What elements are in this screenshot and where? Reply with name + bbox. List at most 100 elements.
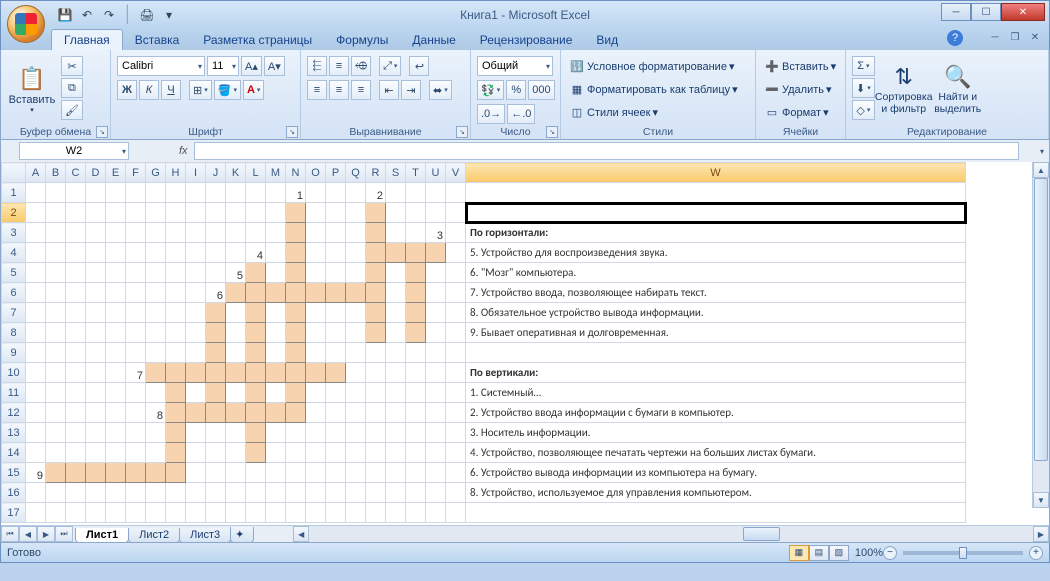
cell-A17[interactable] xyxy=(26,503,46,523)
tab-data[interactable]: Данные xyxy=(400,30,467,50)
autosum-button[interactable]: Σ xyxy=(852,56,875,76)
cell-O13[interactable] xyxy=(306,423,326,443)
cell-S10[interactable] xyxy=(386,363,406,383)
cell-C5[interactable] xyxy=(66,263,86,283)
format-as-table-button[interactable]: ▦Форматировать как таблицу ▾ xyxy=(567,79,749,100)
cell-N14[interactable] xyxy=(286,443,306,463)
cell-K3[interactable] xyxy=(226,223,246,243)
cell-D7[interactable] xyxy=(86,303,106,323)
decrease-decimal-button[interactable]: ←.0 xyxy=(507,104,535,124)
cell-S2[interactable] xyxy=(386,203,406,223)
cell-R9[interactable] xyxy=(366,343,386,363)
cell-F8[interactable] xyxy=(126,323,146,343)
cell-W2[interactable] xyxy=(466,203,966,223)
cell-B7[interactable] xyxy=(46,303,66,323)
cell-F15[interactable] xyxy=(126,463,146,483)
select-all-button[interactable] xyxy=(2,163,26,183)
cell-G4[interactable] xyxy=(146,243,166,263)
cell-J17[interactable] xyxy=(206,503,226,523)
vertical-scroll-thumb[interactable] xyxy=(1034,178,1048,461)
cell-I14[interactable] xyxy=(186,443,206,463)
cell-C11[interactable] xyxy=(66,383,86,403)
cell-B1[interactable] xyxy=(46,183,66,203)
cell-W5[interactable]: 6. "Мозг" компьютера. xyxy=(466,263,966,283)
cell-H4[interactable] xyxy=(166,243,186,263)
cell-M7[interactable] xyxy=(266,303,286,323)
cell-B16[interactable] xyxy=(46,483,66,503)
increase-decimal-button[interactable]: .0→ xyxy=(477,104,505,124)
col-header-C[interactable]: C xyxy=(66,163,86,183)
cell-I6[interactable] xyxy=(186,283,206,303)
cell-U13[interactable] xyxy=(426,423,446,443)
col-header-E[interactable]: E xyxy=(106,163,126,183)
cell-G2[interactable] xyxy=(146,203,166,223)
cell-E11[interactable] xyxy=(106,383,126,403)
cell-A10[interactable] xyxy=(26,363,46,383)
cell-W4[interactable]: 5. Устройство для воспроизведения звука. xyxy=(466,243,966,263)
cell-R4[interactable] xyxy=(366,243,386,263)
cell-E7[interactable] xyxy=(106,303,126,323)
cell-B2[interactable] xyxy=(46,203,66,223)
sheet-nav-prev-button[interactable]: ◀ xyxy=(19,526,37,542)
cell-A12[interactable] xyxy=(26,403,46,423)
cell-V4[interactable] xyxy=(446,243,466,263)
cell-L3[interactable] xyxy=(246,223,266,243)
cell-M14[interactable] xyxy=(266,443,286,463)
cell-H1[interactable] xyxy=(166,183,186,203)
cell-Q13[interactable] xyxy=(346,423,366,443)
underline-button[interactable]: Ч xyxy=(161,80,181,100)
cell-B4[interactable] xyxy=(46,243,66,263)
cell-H13[interactable] xyxy=(166,423,186,443)
cell-R17[interactable] xyxy=(366,503,386,523)
cell-A15[interactable]: 9 xyxy=(26,463,46,483)
cell-P4[interactable] xyxy=(326,243,346,263)
row-header-13[interactable]: 13 xyxy=(2,423,26,443)
doc-minimize-button[interactable]: ─ xyxy=(987,30,1003,44)
align-bottom-button[interactable]: ⬲ xyxy=(351,56,371,76)
cell-L4[interactable]: 4 xyxy=(246,243,266,263)
cell-O11[interactable] xyxy=(306,383,326,403)
cell-D10[interactable] xyxy=(86,363,106,383)
clear-button[interactable]: ◇ xyxy=(852,100,875,120)
cell-F4[interactable] xyxy=(126,243,146,263)
cell-L12[interactable] xyxy=(246,403,266,423)
cell-R6[interactable] xyxy=(366,283,386,303)
col-header-I[interactable]: I xyxy=(186,163,206,183)
cell-R2[interactable] xyxy=(366,203,386,223)
cell-M5[interactable] xyxy=(266,263,286,283)
fx-icon[interactable]: fx xyxy=(179,145,188,157)
cell-U2[interactable] xyxy=(426,203,446,223)
cell-C17[interactable] xyxy=(66,503,86,523)
cell-U9[interactable] xyxy=(426,343,446,363)
cell-C8[interactable] xyxy=(66,323,86,343)
cell-F7[interactable] xyxy=(126,303,146,323)
cell-J4[interactable] xyxy=(206,243,226,263)
cell-F17[interactable] xyxy=(126,503,146,523)
cell-K13[interactable] xyxy=(226,423,246,443)
doc-restore-button[interactable]: ❐ xyxy=(1007,30,1023,44)
cell-N17[interactable] xyxy=(286,503,306,523)
cell-L7[interactable] xyxy=(246,303,266,323)
cell-K5[interactable]: 5 xyxy=(226,263,246,283)
cell-J15[interactable] xyxy=(206,463,226,483)
cell-L13[interactable] xyxy=(246,423,266,443)
cell-L15[interactable] xyxy=(246,463,266,483)
view-page-layout-button[interactable]: ▤ xyxy=(809,545,829,561)
cell-B12[interactable] xyxy=(46,403,66,423)
cell-A13[interactable] xyxy=(26,423,46,443)
tab-review[interactable]: Рецензирование xyxy=(468,30,585,50)
cell-V9[interactable] xyxy=(446,343,466,363)
cell-E3[interactable] xyxy=(106,223,126,243)
cell-V10[interactable] xyxy=(446,363,466,383)
cell-S9[interactable] xyxy=(386,343,406,363)
cell-W3[interactable]: По горизонтали: xyxy=(466,223,966,243)
cell-U12[interactable] xyxy=(426,403,446,423)
cell-N8[interactable] xyxy=(286,323,306,343)
align-top-button[interactable]: ⬱ xyxy=(307,56,327,76)
cell-E9[interactable] xyxy=(106,343,126,363)
cell-K11[interactable] xyxy=(226,383,246,403)
row-header-12[interactable]: 12 xyxy=(2,403,26,423)
cell-O12[interactable] xyxy=(306,403,326,423)
cell-L17[interactable] xyxy=(246,503,266,523)
cell-S1[interactable] xyxy=(386,183,406,203)
